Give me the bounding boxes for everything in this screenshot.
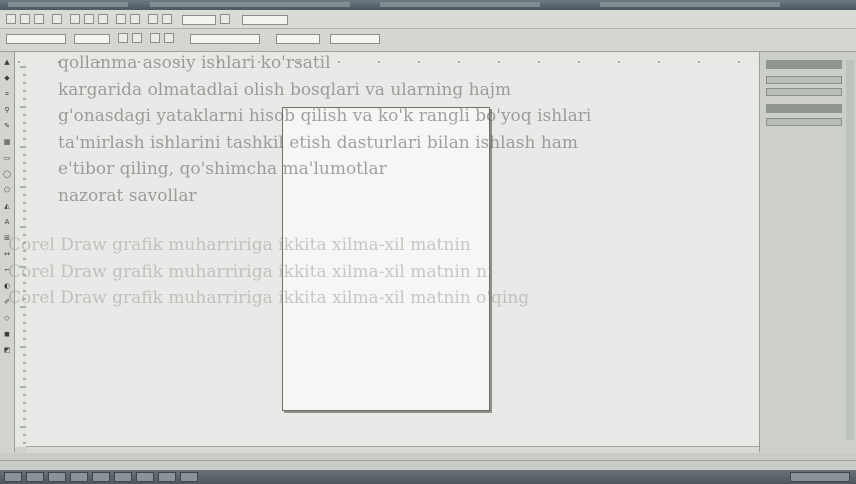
cut-icon[interactable] bbox=[70, 14, 80, 24]
ghost-line: Corel Draw grafik muharririga ikkita xil… bbox=[8, 235, 471, 255]
import-icon[interactable] bbox=[148, 14, 158, 24]
paste-icon[interactable] bbox=[98, 14, 108, 24]
interactive-fill-icon[interactable]: ◩ bbox=[2, 346, 12, 355]
portrait-icon[interactable] bbox=[118, 33, 128, 43]
start-button[interactable] bbox=[4, 472, 22, 482]
page-width-field[interactable] bbox=[74, 34, 110, 44]
docker-header bbox=[766, 60, 842, 69]
taskbar-app-icon[interactable] bbox=[92, 472, 110, 482]
bleed-line: e'tibor qiling, qo'shimcha ma'lumotlar bbox=[58, 159, 387, 179]
redo-icon[interactable] bbox=[130, 14, 140, 24]
ellipse-tool-icon[interactable]: ◯ bbox=[2, 170, 12, 179]
export-icon[interactable] bbox=[162, 14, 172, 24]
docker-button[interactable] bbox=[766, 76, 842, 84]
zoom-tool-icon[interactable]: ⚲ bbox=[2, 106, 12, 115]
bleed-line: nazorat savollar bbox=[58, 185, 197, 206]
window-title-bar bbox=[0, 0, 856, 10]
zoom-level-field[interactable] bbox=[182, 15, 216, 25]
ghost-text-faint: Corel Draw grafik muharririga ikkita xil… bbox=[8, 232, 856, 312]
outline-tool-icon[interactable]: ◇ bbox=[2, 314, 12, 323]
taskbar bbox=[0, 470, 856, 484]
ghost-line: Corel Draw grafik muharririga ikkita xil… bbox=[8, 288, 530, 308]
fill-tool-icon[interactable]: ◼ bbox=[2, 330, 12, 339]
freehand-tool-icon[interactable]: ✎ bbox=[2, 122, 12, 131]
landscape-icon[interactable] bbox=[132, 33, 142, 43]
taskbar-app-icon[interactable] bbox=[136, 472, 154, 482]
ghost-line: Corel Draw grafik muharririga ikkita xil… bbox=[8, 261, 493, 282]
docker-button[interactable] bbox=[766, 88, 842, 96]
current-page-icon[interactable] bbox=[164, 33, 174, 43]
all-pages-icon[interactable] bbox=[150, 33, 160, 43]
open-icon[interactable] bbox=[20, 14, 30, 24]
taskbar-app-icon[interactable] bbox=[48, 472, 66, 482]
duplicate-distance-field[interactable] bbox=[330, 34, 380, 44]
save-icon[interactable] bbox=[34, 14, 44, 24]
property-bar bbox=[0, 29, 856, 52]
copy-icon[interactable] bbox=[84, 14, 94, 24]
docker-button[interactable] bbox=[766, 118, 842, 126]
right-docker-panel bbox=[759, 52, 856, 452]
undo-icon[interactable] bbox=[116, 14, 126, 24]
new-document-icon[interactable] bbox=[6, 14, 16, 24]
nudge-field[interactable] bbox=[276, 34, 320, 44]
zoom-dropdown-icon[interactable] bbox=[220, 14, 230, 24]
crop-tool-icon[interactable]: ⌗ bbox=[2, 90, 12, 99]
smart-fill-icon[interactable]: ▦ bbox=[2, 138, 12, 147]
print-icon[interactable] bbox=[52, 14, 62, 24]
units-field[interactable] bbox=[190, 34, 260, 44]
shape-tool-icon[interactable]: ◆ bbox=[2, 74, 12, 83]
paper-type-field[interactable] bbox=[6, 34, 66, 44]
pick-tool-icon[interactable]: ▲ bbox=[2, 58, 12, 67]
docker-tabs[interactable] bbox=[846, 60, 854, 440]
polygon-tool-icon[interactable]: ⬠ bbox=[2, 186, 12, 195]
taskbar-app-icon[interactable] bbox=[70, 472, 88, 482]
system-tray[interactable] bbox=[790, 472, 850, 482]
bleed-through-text: qollanma asosiy ishlari ko'rsatil kargar… bbox=[58, 50, 856, 209]
color-palette[interactable] bbox=[0, 453, 856, 460]
bleed-line: kargarida olmatadlai olish bosqlari va u… bbox=[58, 79, 512, 100]
standard-toolbar bbox=[0, 10, 856, 29]
text-tool-icon[interactable]: A bbox=[2, 218, 12, 227]
rectangle-tool-icon[interactable]: ▭ bbox=[2, 154, 12, 163]
bleed-line: qollanma asosiy ishlari ko'rsatil bbox=[58, 53, 331, 73]
bleed-line: ta'mirlash ishlarini tashkil etish dastu… bbox=[58, 132, 579, 153]
bleed-line: g'onasdagi yataklarni hisob qilish va ko… bbox=[58, 106, 592, 126]
taskbar-app-icon[interactable] bbox=[158, 472, 176, 482]
snap-to-field[interactable] bbox=[242, 15, 288, 25]
taskbar-app-icon[interactable] bbox=[114, 472, 132, 482]
docker-header bbox=[766, 104, 842, 113]
taskbar-app-icon[interactable] bbox=[26, 472, 44, 482]
basic-shapes-icon[interactable]: ◭ bbox=[2, 202, 12, 211]
taskbar-app-icon[interactable] bbox=[180, 472, 198, 482]
